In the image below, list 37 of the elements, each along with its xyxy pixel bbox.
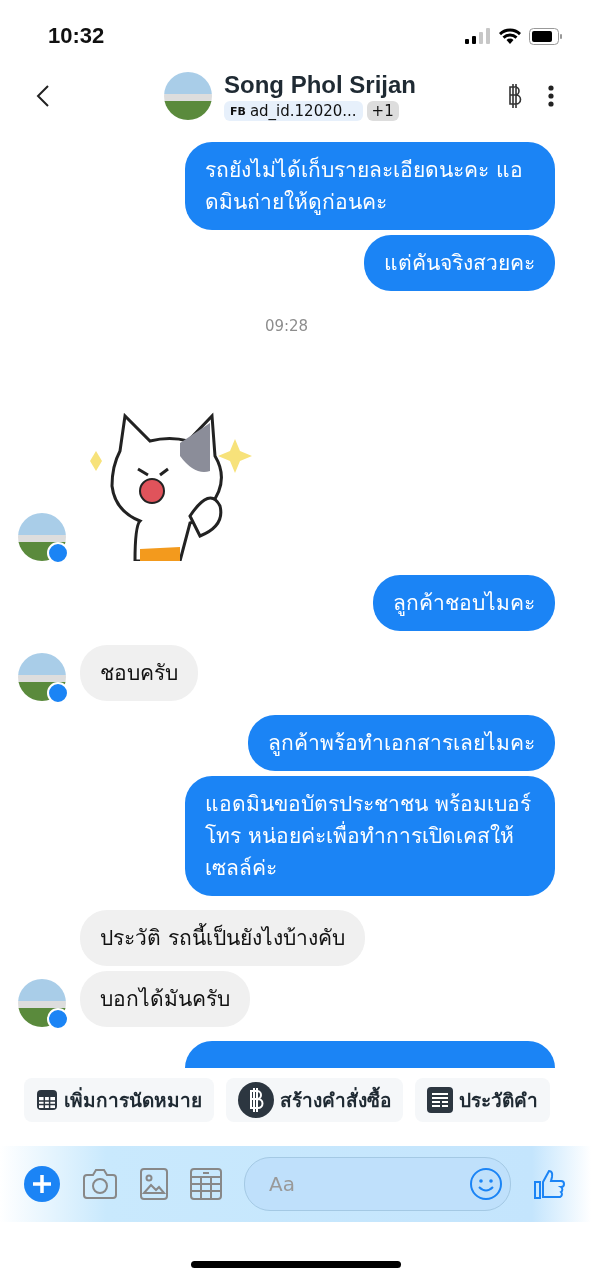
thumbs-up-icon[interactable] xyxy=(533,1168,567,1200)
status-time: 10:32 xyxy=(48,23,105,49)
timestamp: 09:28 xyxy=(264,317,309,335)
image-icon[interactable] xyxy=(140,1168,168,1200)
sent-message-bubble: ลูกค้าชอบไมคะ xyxy=(373,575,555,631)
received-message-bubble: บอกได้มันครับ xyxy=(80,971,250,1027)
sent-message-bubble: แต่คันจริงสวยคะ xyxy=(364,235,555,291)
table-icon[interactable] xyxy=(190,1168,222,1200)
received-message-bubble: ชอบครับ xyxy=(80,645,198,701)
document-icon xyxy=(427,1087,453,1113)
contact-name: Song Phol Srijan xyxy=(224,71,416,99)
back-icon[interactable] xyxy=(36,84,50,108)
contact-avatar xyxy=(164,72,212,120)
signal-icon xyxy=(465,28,491,44)
message-input-field[interactable]: Aa xyxy=(244,1157,511,1211)
battery-icon xyxy=(529,27,563,45)
quick-action-button[interactable]: สร้างคำสั่งซื้อ xyxy=(226,1078,403,1122)
received-message-bubble: ประวัติ รถนี้เป็นยังไงบ้างคับ xyxy=(80,910,365,966)
wifi-icon xyxy=(499,28,521,44)
more-icon[interactable] xyxy=(547,85,555,107)
messenger-badge-icon xyxy=(47,542,69,564)
extra-tags-count[interactable]: +1 xyxy=(366,101,399,121)
calendar-icon xyxy=(36,1089,58,1111)
baht-icon[interactable] xyxy=(507,83,523,109)
baht-circle-icon xyxy=(238,1082,274,1118)
sent-message-bubble: แอดมินขอบัตรประชาชน พร้อมเบอร์โทร หน่อยค่ะเพื่อทำการเปิดเคสให้เซลล์ค่ะ xyxy=(185,776,555,896)
sent-message-bubble: ลูกค้าพร้อทำเอกสารเลยไมคะ xyxy=(248,715,555,771)
sent-message-bubble: รถยังไม่ได้เก็บรายละเอียดนะคะ แอดมินถ่ายให้ดูก่อนคะ xyxy=(185,142,555,230)
camera-icon[interactable] xyxy=(82,1168,118,1200)
ad-id-tag: FB ad_id.12020... xyxy=(224,101,363,121)
messenger-badge-icon xyxy=(47,682,69,704)
add-icon[interactable] xyxy=(24,1166,60,1202)
emoji-icon[interactable] xyxy=(470,1168,502,1200)
messenger-badge-icon xyxy=(47,1008,69,1030)
quick-action-button[interactable]: เพิ่มการนัดหมาย xyxy=(24,1078,214,1122)
quick-action-button[interactable]: ประวัติคำ xyxy=(415,1078,550,1122)
message-text-input[interactable]: Aa xyxy=(267,1171,470,1197)
